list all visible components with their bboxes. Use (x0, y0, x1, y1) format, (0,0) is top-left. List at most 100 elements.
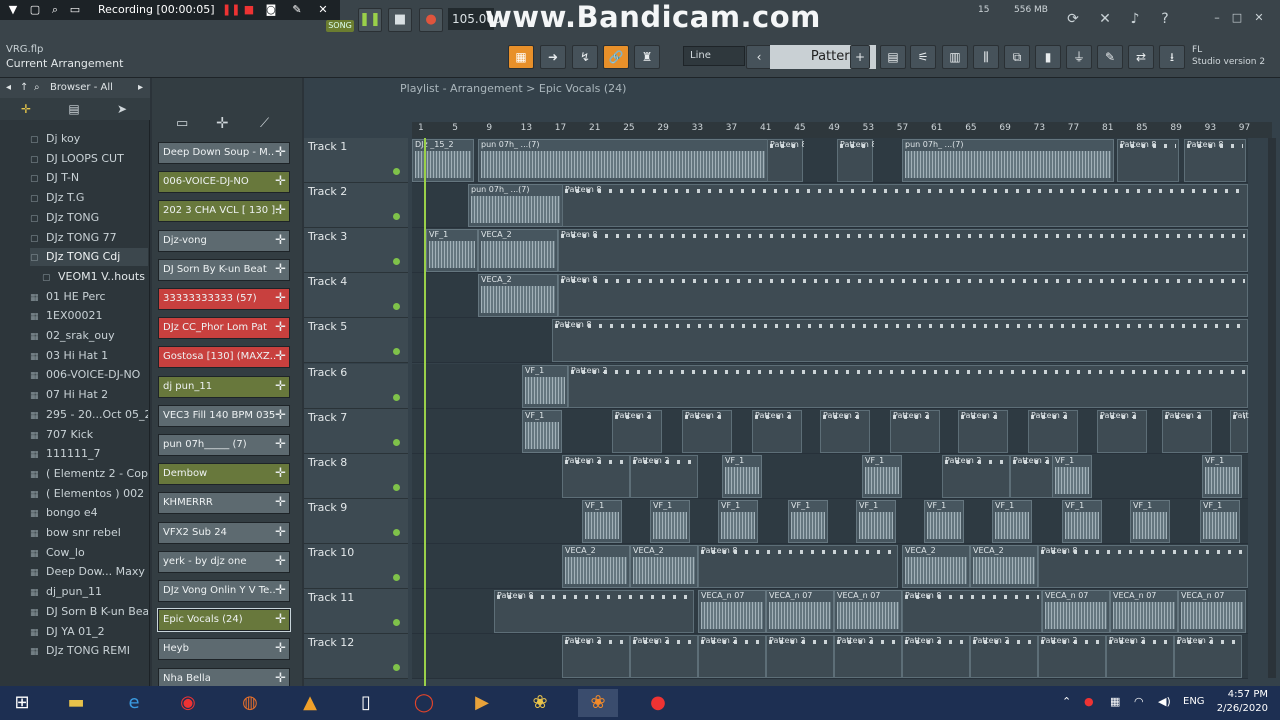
track-header[interactable]: Track 10 (304, 543, 408, 589)
pattern-clip[interactable]: Pattern 8 (902, 590, 1042, 633)
track-mute-led[interactable] (393, 528, 400, 536)
pattern-clip[interactable]: Pattern 2 (820, 409, 870, 453)
arrow-up-icon[interactable]: ↑ (20, 82, 28, 93)
snap-select[interactable]: Line (683, 46, 745, 66)
maximize-icon[interactable]: □ (1228, 10, 1246, 26)
pattern-clip[interactable]: Pattern 2 (970, 635, 1038, 679)
pattern-clip[interactable]: Pattern 8 (494, 590, 694, 633)
song-mode-badge[interactable]: SONG (326, 20, 354, 32)
channel-route-icon[interactable]: ✛ (275, 523, 286, 543)
language-indicator[interactable]: ENG (1183, 696, 1205, 707)
browser-folder-item[interactable]: ▢ DJz TONG (30, 209, 148, 227)
refresh-icon[interactable]: ⟳ (1060, 6, 1086, 32)
pattern-clip[interactable]: Pattern 2 (902, 635, 970, 679)
channel-button[interactable]: Deep Down Soup - M.. ✛ (158, 142, 290, 164)
pattern-clip[interactable]: Pattern 8 (698, 544, 898, 588)
browser-file-item[interactable]: ▦ ( Elementz 2 - Copy (30, 465, 148, 483)
track-lane[interactable]: VECA_2 VECA_2 Pattern 8 VECA_2 VECA_2 Pattern… (412, 543, 1248, 589)
browser-icon[interactable]: ▮ (1035, 45, 1061, 69)
menu-icon[interactable]: ▼ (6, 3, 20, 17)
search-icon[interactable]: ⌕ (48, 3, 62, 17)
audio-clip[interactable]: VF_1 (862, 454, 902, 498)
triangle-app-icon[interactable]: ▲ (290, 689, 330, 717)
channel-button[interactable]: Gostosa [130] (MAXZ.. ✛ (158, 346, 290, 369)
channel-rack-icon[interactable]: ▥ (942, 45, 968, 69)
pattern-clip[interactable]: Pattern 2 (890, 409, 940, 453)
audio-clip[interactable]: VF_1 (924, 499, 964, 543)
track-lane[interactable]: DJz _15_2pun 07h_ ...(7)Pattern 8Pattern… (412, 138, 1248, 183)
channel-route-icon[interactable]: ✛ (275, 406, 286, 426)
track-header[interactable]: Track 8 (304, 453, 408, 499)
browser-file-item[interactable]: ▦ bow snr rebel (30, 524, 148, 542)
pattern-clip[interactable]: Pattern 8 (558, 274, 1248, 318)
pattern-clip[interactable]: Pattern 2 (698, 635, 766, 679)
channel-route-icon[interactable]: ✛ (275, 201, 286, 221)
fl-studio-icon[interactable]: ❀ (520, 689, 560, 717)
tool-arrow[interactable]: ➜ (540, 45, 566, 69)
clock[interactable]: 4:57 PM 2/26/2020 (1217, 688, 1268, 716)
pattern-clip[interactable]: Pattern 2 (1162, 409, 1212, 453)
file-explorer-icon[interactable]: ▬ (56, 689, 96, 717)
add-channel-icon[interactable]: ✛ (216, 114, 229, 132)
tools-icon[interactable]: ✕ (1092, 6, 1118, 32)
download-icon[interactable]: ⭳ (1159, 45, 1185, 69)
audio-clip[interactable]: pun 07h_ ...(7) (902, 139, 1114, 182)
channel-button[interactable]: Dembow ✛ (158, 463, 290, 486)
audio-clip[interactable]: VECA_n 07 (698, 590, 766, 633)
audio-clip[interactable]: VF_1 (650, 499, 690, 543)
browser-file-item[interactable]: ▦ DJz TONG REMI (30, 642, 148, 660)
pattern-clip[interactable]: Pattern 8 (552, 319, 1248, 363)
channel-route-icon[interactable]: ✛ (275, 610, 286, 630)
track-mute-led[interactable] (393, 664, 400, 672)
media-icon[interactable]: ▶ (462, 689, 502, 717)
pin-icon[interactable]: ➤ (114, 101, 130, 117)
piano-roll-icon[interactable]: ⚟ (910, 45, 936, 69)
track-mute-led[interactable] (393, 213, 400, 221)
channel-route-icon[interactable]: ✛ (275, 377, 286, 397)
browser-file-item[interactable]: ▦ 02_srak_ouy (30, 327, 148, 345)
track-header[interactable]: Track 2 (304, 183, 408, 229)
collapse-icon[interactable]: ✛ (18, 101, 34, 117)
tool-magnet[interactable]: ↯ (572, 45, 598, 69)
track-mute-led[interactable] (393, 483, 400, 491)
audio-clip[interactable]: VF_1 (1130, 499, 1170, 543)
window-icon[interactable]: ▢ (28, 3, 42, 17)
track-mute-led[interactable] (393, 168, 400, 175)
audio-clip[interactable]: VF_1 (522, 409, 562, 453)
audio-clip[interactable]: VECA_2 (478, 274, 558, 318)
track-lane[interactable]: VF_1 VF_1 VF_1 VF_1 VF_1 VF_1 VF_1 VF_1 VF_1 VF_1 (412, 498, 1248, 544)
pattern-clip[interactable]: Pattern 2 (562, 635, 630, 679)
track-lane[interactable]: VF_1 Pattern 2 (412, 363, 1248, 409)
help-icon[interactable]: ? (1152, 6, 1178, 32)
file-icon[interactable]: ▤ (66, 101, 82, 117)
opera-icon[interactable]: ◯ (404, 689, 444, 717)
tool-stamp[interactable]: ♜ (634, 45, 660, 69)
pattern-clip[interactable]: Pattern 2 (1106, 635, 1174, 679)
bandicam-icon[interactable]: ◉ (168, 689, 208, 717)
browser-folder-item[interactable]: ▢ Dj koy (30, 130, 148, 148)
browser-file-item[interactable]: ▦ 1EX00021 (30, 307, 148, 325)
channel-route-icon[interactable]: ✛ (275, 172, 286, 192)
channel-route-icon[interactable]: ✛ (275, 347, 286, 367)
channel-button[interactable]: Heyb ✛ (158, 638, 290, 661)
track-lane[interactable]: VECA_2 Pattern 8 (412, 273, 1248, 319)
pattern-clip[interactable]: Pattern 2 (1028, 409, 1078, 453)
audio-clip[interactable]: VECA_n 07 (834, 590, 902, 633)
track-header[interactable]: Track 7 (304, 408, 408, 454)
channel-button[interactable]: yerk - by djz one ✛ (158, 550, 290, 573)
record-button[interactable]: ● (419, 8, 443, 32)
track-header[interactable]: Track 5 (304, 318, 408, 364)
audio-clip[interactable]: VF_1 (426, 229, 478, 273)
pattern-clip[interactable]: Pattern 2 (562, 454, 630, 498)
track-header[interactable]: Track 11 (304, 589, 408, 634)
channel-button[interactable]: 202 3 CHA VCL [ 130 ].. ✛ (158, 200, 290, 223)
browser-folder-item[interactable]: ▢ VEOM1 V..houts (42, 268, 148, 286)
pattern-clip[interactable]: Pattern 2 (682, 409, 732, 453)
camera-icon[interactable]: ◙ (264, 3, 278, 17)
track-lane[interactable]: pun 07h_ ...(7) Pattern 8 (412, 183, 1248, 229)
play-button[interactable]: ❚❚ (358, 8, 382, 32)
browser-file-item[interactable]: ▦ 295 - 20...Oct 05_2 (30, 406, 148, 424)
audio-clip[interactable]: VF_1 (856, 499, 896, 543)
channel-route-icon[interactable]: ✛ (275, 464, 286, 484)
audio-clip[interactable]: VECA_n 07 (1042, 590, 1110, 633)
